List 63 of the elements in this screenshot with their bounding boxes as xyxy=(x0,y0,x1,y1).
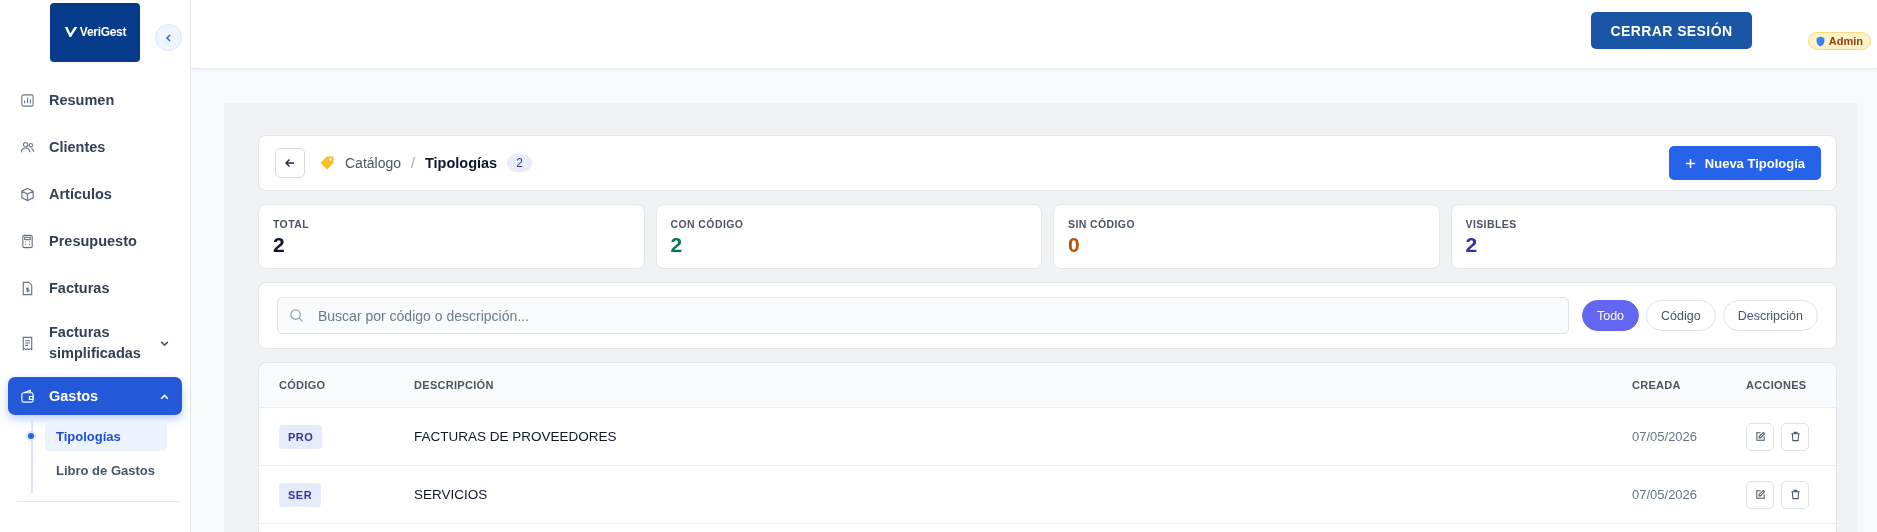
stat-label: VISIBLES xyxy=(1465,218,1518,230)
edit-icon xyxy=(1754,431,1766,442)
breadcrumb-link[interactable]: Catálogo xyxy=(345,155,402,171)
count-badge: 2 xyxy=(507,154,532,172)
submenu-item[interactable]: Libro de Gastos xyxy=(45,455,167,485)
new-typology-button[interactable]: Nueva Tipología xyxy=(1668,146,1821,180)
sidebar-item[interactable]: Facturas xyxy=(8,265,182,312)
delete-button[interactable] xyxy=(1781,422,1809,451)
active-dot-icon xyxy=(28,433,34,439)
table-cell-text: FACTURAS DE PROVEEDORES xyxy=(414,429,618,444)
logo-mark-icon xyxy=(63,26,78,38)
arrow-left-icon xyxy=(284,157,296,169)
plus-icon xyxy=(1684,157,1696,169)
tag-icon xyxy=(319,155,335,171)
stat-value: 0 xyxy=(1068,233,1081,257)
edit-button[interactable] xyxy=(1746,422,1774,451)
column-header: ACCIONES xyxy=(1746,379,1808,391)
delete-button[interactable] xyxy=(1781,480,1809,509)
chevron-left-icon xyxy=(163,32,174,43)
menu-icon xyxy=(20,335,35,351)
column-header: DESCRIPCIÓN xyxy=(414,379,495,391)
sidebar-item[interactable]: Resumen xyxy=(8,77,182,124)
sidebar-item[interactable]: Facturas simplificadas xyxy=(8,312,182,374)
stat-label: TOTAL xyxy=(273,218,311,230)
filter-chip[interactable]: Código xyxy=(1646,300,1716,331)
logo-text: VeriGest xyxy=(79,25,127,39)
table-cell-text: 07/05/2026 xyxy=(1632,487,1699,502)
column-header: CREADA xyxy=(1632,379,1682,391)
sidebar-item[interactable]: Gastos xyxy=(8,377,182,415)
table-cell-text: 07/05/2026 xyxy=(1632,429,1699,444)
search-icon xyxy=(289,308,304,323)
stat-value: 2 xyxy=(670,233,684,257)
menu-icon xyxy=(20,93,35,108)
shield-icon xyxy=(1815,35,1825,47)
filter-chip[interactable]: Todo xyxy=(1581,300,1640,331)
table-cell-text: SERVICIOS xyxy=(414,487,489,502)
trash-icon xyxy=(1789,431,1801,442)
stat-label: SIN CÓDIGO xyxy=(1068,218,1136,230)
filter-chip[interactable]: Descripción xyxy=(1722,300,1818,331)
page-title: Tipologías xyxy=(424,155,498,171)
sidebar-item[interactable]: Artículos xyxy=(8,171,182,218)
breadcrumb-separator: / xyxy=(411,155,415,171)
submenu-item[interactable]: Tipologías xyxy=(45,421,167,451)
stat-value: 2 xyxy=(273,233,286,257)
code-badge: PRO xyxy=(279,424,323,449)
role-label: Admin xyxy=(1828,35,1863,47)
menu-icon xyxy=(20,281,35,296)
menu-icon xyxy=(20,187,35,202)
stat-value: 2 xyxy=(1465,233,1479,257)
edit-icon xyxy=(1754,489,1766,500)
code-badge: SER xyxy=(279,482,322,507)
menu-icon xyxy=(20,388,35,404)
menu-icon xyxy=(20,234,35,249)
sidebar-item[interactable]: Clientes xyxy=(8,124,182,171)
edit-button[interactable] xyxy=(1746,480,1774,509)
sidebar-item[interactable]: Presupuesto xyxy=(8,218,182,265)
logout-button[interactable]: CERRAR SESIÓN xyxy=(1591,12,1752,49)
back-button[interactable] xyxy=(275,148,305,178)
column-header: CÓDIGO xyxy=(279,379,327,391)
menu-icon xyxy=(20,140,35,155)
stat-label: CON CÓDIGO xyxy=(670,218,745,230)
trash-icon xyxy=(1789,489,1801,500)
search-field[interactable]: Buscar por código o descripción... xyxy=(277,297,1569,334)
